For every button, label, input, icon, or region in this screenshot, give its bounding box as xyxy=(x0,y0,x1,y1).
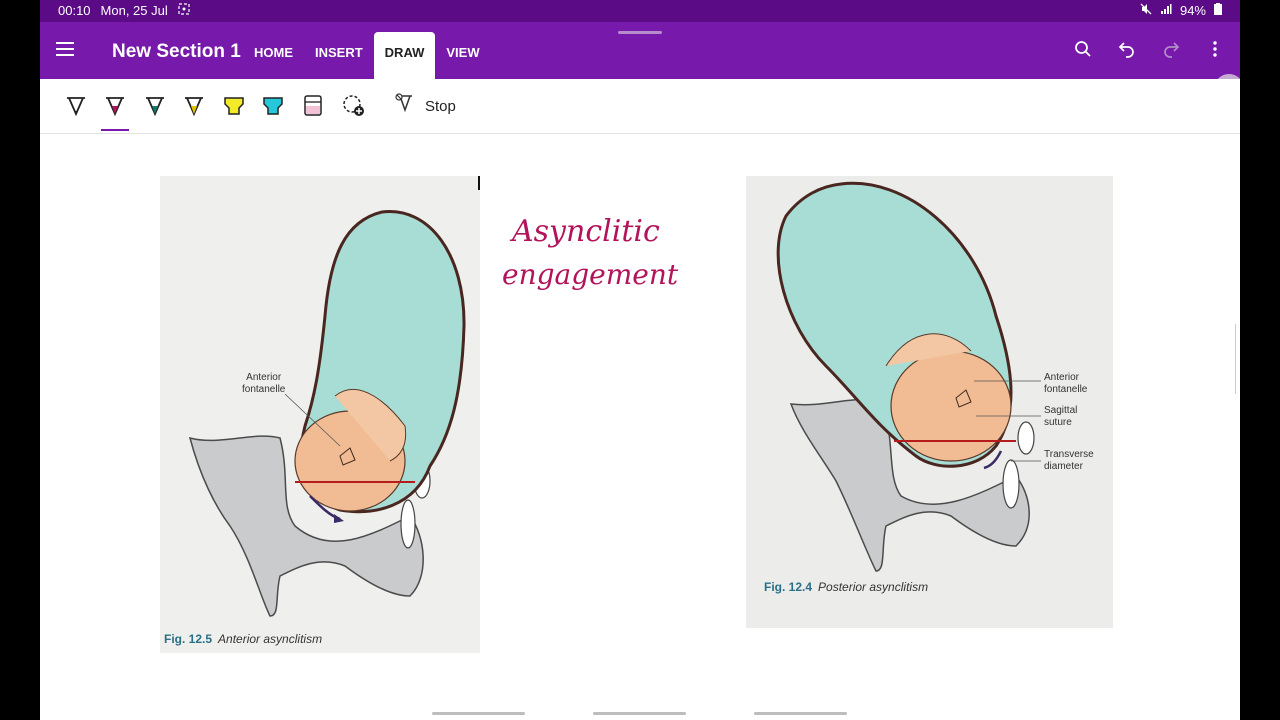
screenshot-icon xyxy=(178,3,190,18)
label-sagittal-suture: Sagittal suture xyxy=(1044,405,1078,428)
battery-icon xyxy=(1214,3,1222,18)
yellow-pen-tool[interactable] xyxy=(182,93,206,119)
section-title[interactable]: New Section 1 xyxy=(112,41,241,63)
teal-pen-tool[interactable] xyxy=(143,93,167,119)
stop-label: Stop xyxy=(425,97,456,115)
mute-icon xyxy=(1140,3,1152,18)
ink-line-2: engagement xyxy=(502,258,679,291)
figure-posterior-asynclitism[interactable]: Anterior fontanelle Sagittal suture Tran… xyxy=(746,176,1113,628)
status-time: 00:10 xyxy=(58,3,91,18)
page-indicator-1[interactable] xyxy=(432,712,525,715)
redo-icon[interactable] xyxy=(1160,38,1182,60)
battery-level: 94% xyxy=(1179,3,1206,18)
pink-highlighter-tool[interactable] xyxy=(301,93,325,119)
cyan-highlighter-tool[interactable] xyxy=(261,93,285,119)
figure-anterior-asynclitism[interactable]: Anterior fontanelle Fig. 12.5 Anterior as… xyxy=(160,176,480,653)
tab-insert[interactable]: INSERT xyxy=(304,32,374,79)
app-bar: New Section 1 HOME INSERT DRAW VIEW xyxy=(40,22,1240,104)
draw-toolbar: Stop xyxy=(40,79,1240,134)
tab-draw[interactable]: DRAW xyxy=(373,32,436,79)
stop-button[interactable]: Stop xyxy=(395,93,456,119)
label-anterior-fontanelle-right: Anterior fontanelle xyxy=(1044,372,1088,395)
status-bar: 00:10 Mon, 25 Jul 94% xyxy=(40,0,1240,22)
yellow-highlighter-tool[interactable] xyxy=(222,93,246,119)
anterior-asynclitism-illustration xyxy=(160,176,480,653)
ribbon-tabs: HOME INSERT DRAW VIEW xyxy=(243,32,491,79)
figure-caption-right: Fig. 12.4 Posterior asynclitism xyxy=(764,580,929,594)
figure-caption: Fig. 12.5 Anterior asynclitism xyxy=(164,632,323,646)
label-transverse-diameter: Transverse diameter xyxy=(1044,449,1094,472)
black-pen-tool[interactable] xyxy=(64,93,88,119)
page-indicator-2[interactable] xyxy=(593,712,686,715)
signal-icon xyxy=(1160,3,1172,18)
status-date: Mon, 25 Jul xyxy=(100,3,168,18)
tab-home[interactable]: HOME xyxy=(243,32,304,79)
drag-handle[interactable] xyxy=(618,31,662,34)
label-anterior-fontanelle: Anterior fontanelle xyxy=(242,372,286,395)
hamburger-icon[interactable] xyxy=(56,42,74,56)
note-canvas[interactable]: Anterior fontanelle Fig. 12.5 Anterior as… xyxy=(40,134,1240,720)
search-icon[interactable] xyxy=(1072,38,1094,60)
page-indicator-3[interactable] xyxy=(754,712,847,715)
magenta-pen-tool[interactable] xyxy=(101,93,129,131)
tablet-screen: 00:10 Mon, 25 Jul 94% New Section 1 HOME… xyxy=(40,0,1240,720)
undo-icon[interactable] xyxy=(1116,38,1138,60)
handwritten-note[interactable]: Asynclitic engagement xyxy=(498,206,678,326)
ink-line-1: Asynclitic xyxy=(512,214,660,249)
tab-view[interactable]: VIEW xyxy=(435,32,490,79)
lasso-select-icon[interactable] xyxy=(341,93,365,119)
more-vert-icon[interactable] xyxy=(1204,38,1226,60)
pen-stop-icon xyxy=(395,93,415,119)
posterior-asynclitism-illustration xyxy=(746,176,1113,628)
page-scroll-edge[interactable] xyxy=(1235,324,1240,394)
